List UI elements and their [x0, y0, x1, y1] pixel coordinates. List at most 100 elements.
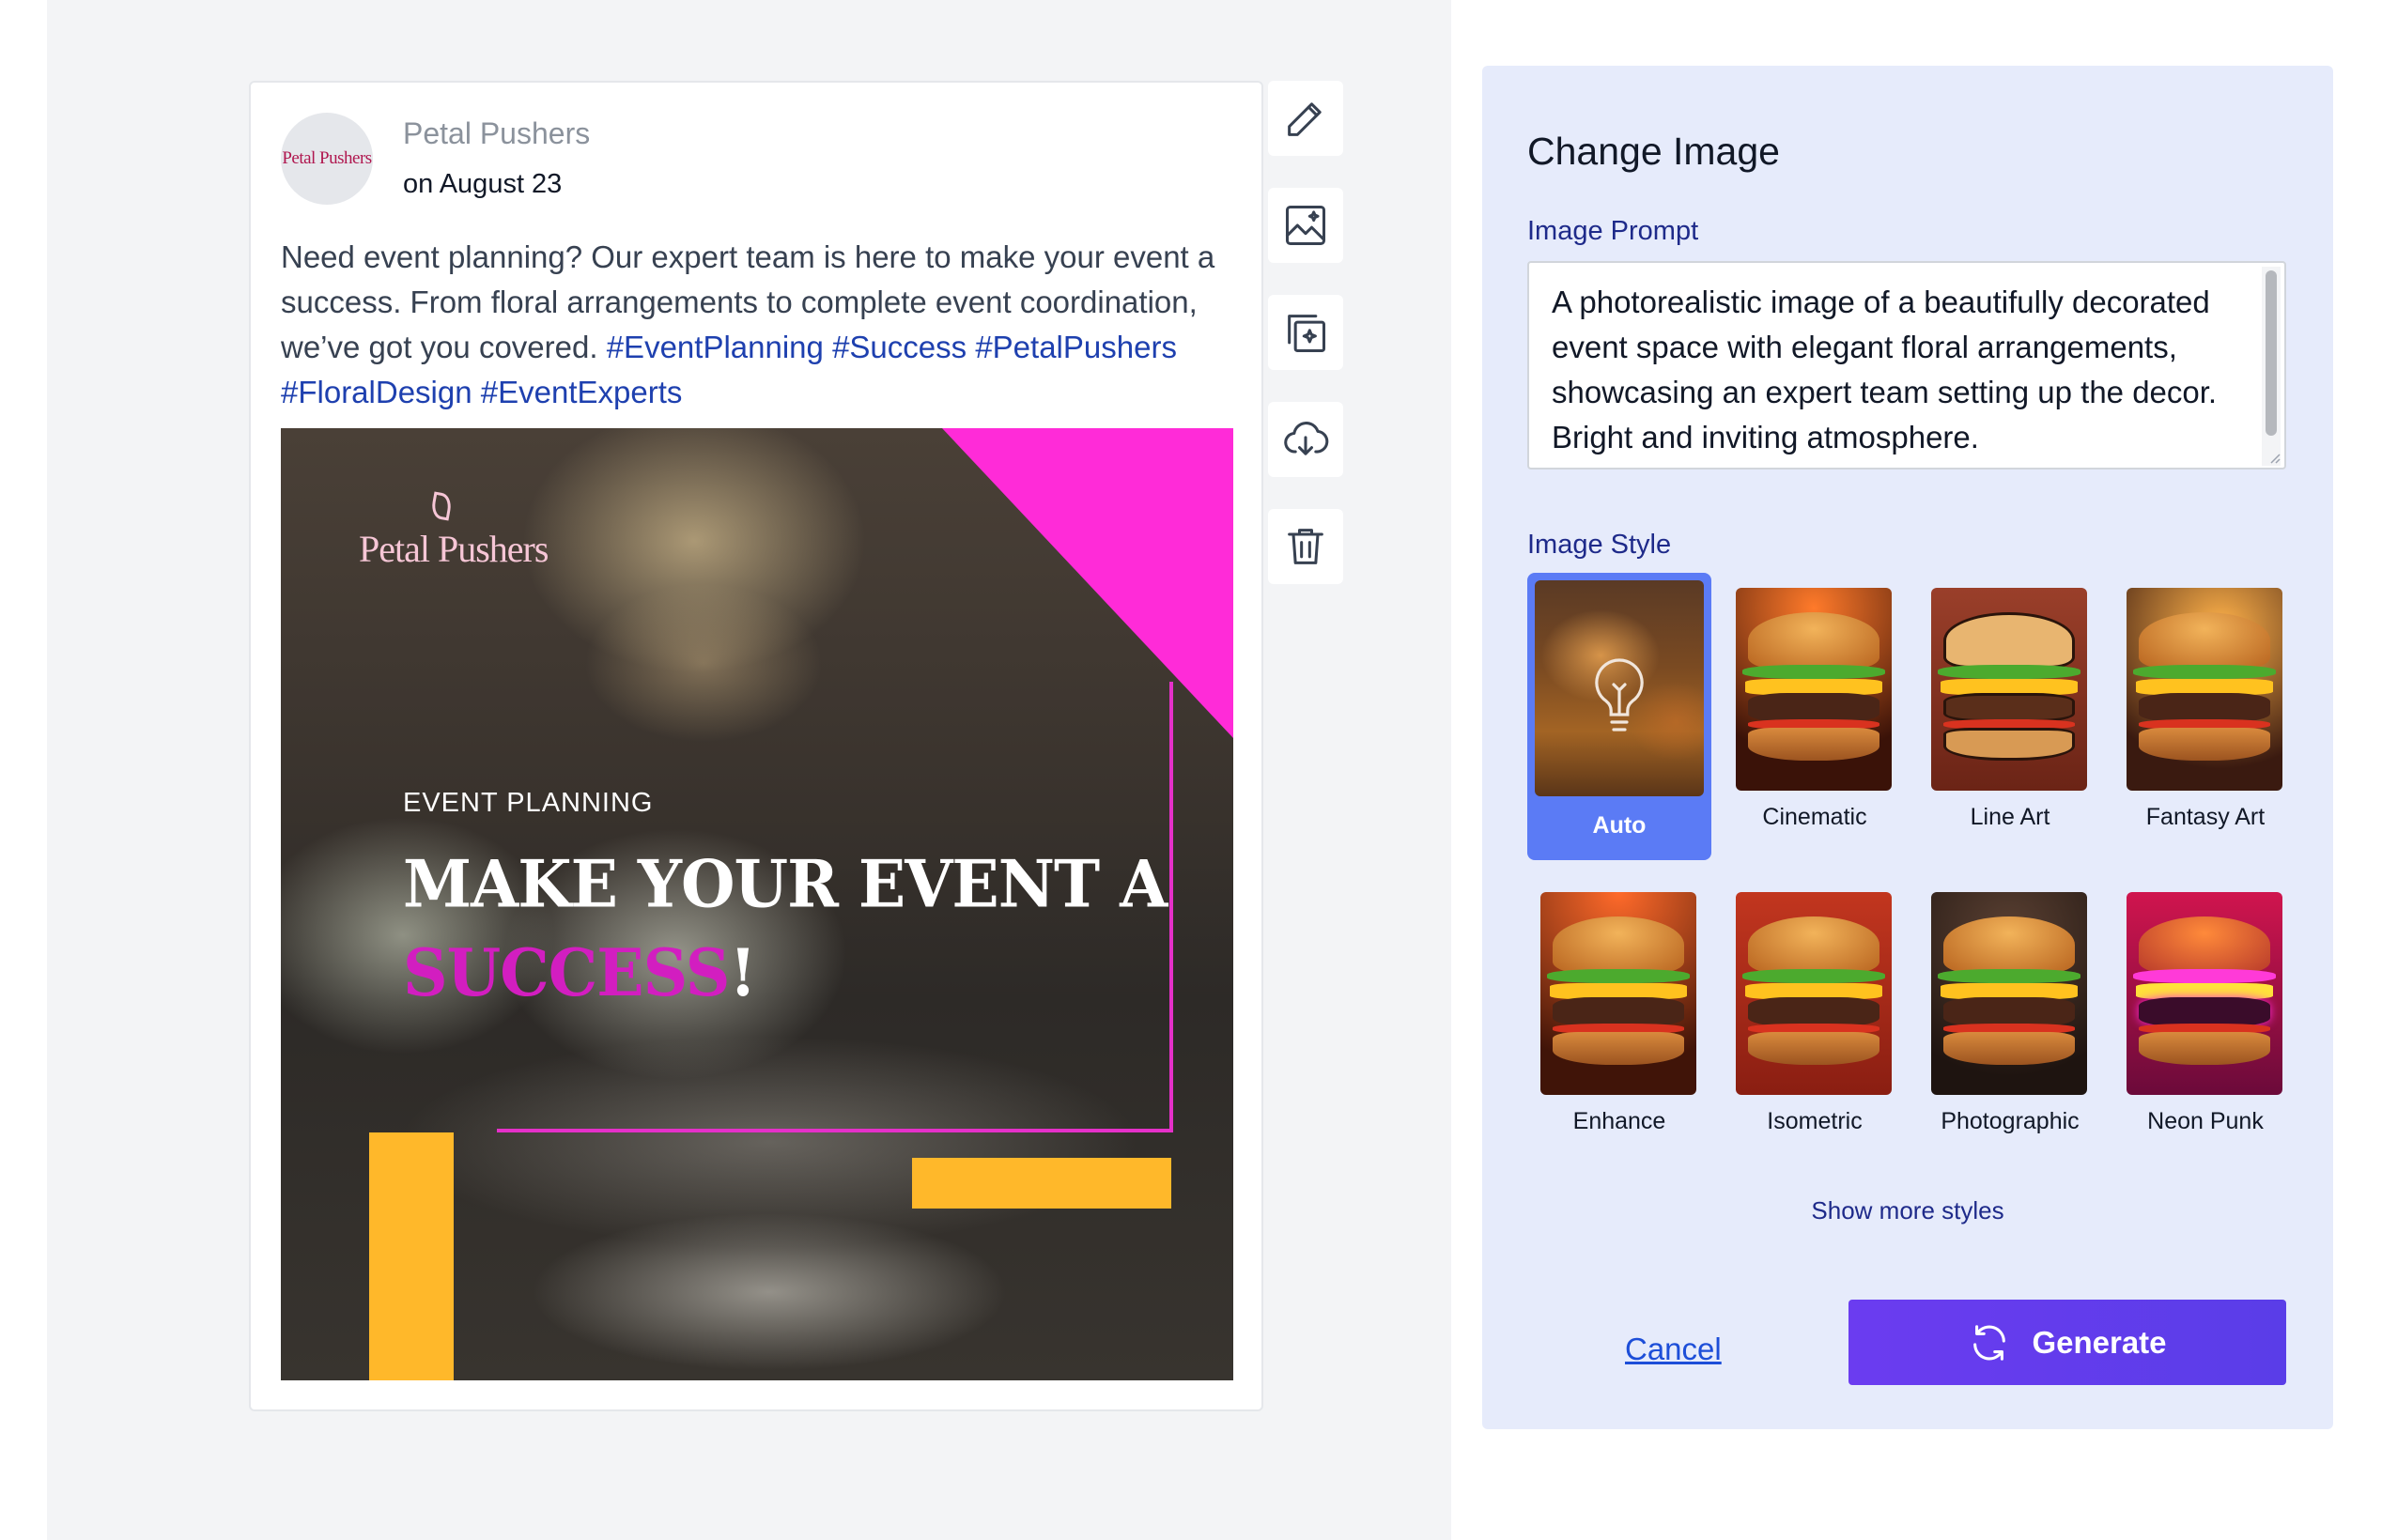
burger-bun	[2139, 916, 2270, 974]
delete-button[interactable]	[1268, 509, 1343, 584]
burger-bun	[1553, 1032, 1684, 1065]
yellow-accent-bar	[369, 1132, 454, 1380]
magenta-corner-shape	[942, 428, 1233, 738]
style-label: Photographic	[1941, 1108, 2080, 1134]
generate-label: Generate	[2032, 1324, 2167, 1360]
image-subtitle: EVENT PLANNING	[403, 788, 654, 818]
style-option-isometric[interactable]: Isometric	[1723, 877, 1907, 1164]
generate-button[interactable]: Generate	[1848, 1300, 2286, 1385]
leaf-icon	[429, 491, 454, 521]
image-headline-end: !	[729, 933, 756, 1011]
burger-bun	[2139, 611, 2270, 670]
burger-patty	[2139, 997, 2270, 1026]
image-headline: MAKE YOUR EVENT A SUCCESS!	[403, 839, 1168, 1018]
burger-lettuce	[1546, 969, 1691, 984]
cloud-download-icon	[1284, 422, 1329, 455]
burger-patty	[2139, 693, 2270, 722]
image-headline-line1: MAKE YOUR EVENT A	[403, 845, 1168, 923]
style-option-enhance[interactable]: Enhance	[1527, 877, 1711, 1164]
style-label: Fantasy Art	[2145, 804, 2266, 830]
post-preview-area: Petal Pushers Petal Pushers on August 23…	[47, 0, 1451, 1540]
burger-bun	[1943, 728, 2075, 761]
burger-bun	[1943, 1032, 2075, 1065]
lightbulb-icon	[1595, 658, 1644, 732]
style-label: Enhance	[1572, 1108, 1666, 1134]
burger-patty	[1748, 997, 1879, 1026]
hashtag[interactable]: #PetalPushers	[975, 330, 1177, 364]
style-option-photographic[interactable]: Photographic	[1918, 877, 2102, 1164]
avatar-logo-text: Petal Pushers	[282, 148, 372, 168]
burger-bun	[2139, 728, 2270, 761]
image-style-label: Image Style	[1527, 530, 1672, 560]
burger-lettuce	[1741, 969, 1886, 984]
pencil-icon	[1288, 102, 1322, 136]
burger-bun	[1748, 916, 1879, 974]
style-option-neon-punk[interactable]: Neon Punk	[2113, 877, 2297, 1164]
duplicate-button[interactable]	[1268, 295, 1343, 370]
resize-grip-icon[interactable]	[2267, 451, 2281, 464]
image-logo: Petal Pushers	[359, 491, 549, 571]
burger-bun	[1748, 1032, 1879, 1065]
burger-lettuce	[2132, 665, 2277, 680]
magenta-frame-line	[497, 1129, 1173, 1132]
image-prompt-label: Image Prompt	[1527, 216, 1699, 246]
hashtag[interactable]: #EventExperts	[481, 375, 683, 409]
burger-lettuce	[1937, 969, 2081, 984]
burger-patty	[1553, 997, 1684, 1026]
burger-lettuce	[1937, 665, 2081, 680]
style-option-auto[interactable]: Auto	[1527, 573, 1711, 860]
copy-sparkle-icon	[1288, 315, 1326, 353]
image-prompt-textarea[interactable]: A photorealistic image of a beautifully …	[1527, 261, 2286, 470]
show-more-styles-link[interactable]: Show more styles	[1482, 1196, 2333, 1225]
style-option-line-art[interactable]: Line Art	[1918, 573, 2102, 860]
download-button[interactable]	[1268, 402, 1343, 477]
image-prompt-value: A photorealistic image of a beautifully …	[1552, 285, 2218, 454]
post-date: on August 23	[403, 169, 563, 199]
burger-bun	[1748, 611, 1879, 670]
burger-lettuce	[2132, 969, 2277, 984]
style-thumbnail	[1736, 892, 1892, 1095]
style-thumbnail	[1931, 892, 2087, 1095]
style-label: Line Art	[1970, 804, 2050, 830]
author-name: Petal Pushers	[403, 116, 591, 150]
hashtag[interactable]: #EventPlanning	[607, 330, 824, 364]
style-label: Auto	[1592, 812, 1647, 839]
avatar: Petal Pushers	[281, 113, 373, 205]
style-thumbnail	[1535, 580, 1704, 796]
burger-bun	[1943, 611, 2075, 670]
panel-title: Change Image	[1527, 130, 1780, 173]
burger-bun	[1748, 728, 1879, 761]
burger-lettuce	[1741, 665, 1886, 680]
style-thumbnail	[1540, 892, 1696, 1095]
magenta-frame-line	[1169, 682, 1173, 1132]
hashtag[interactable]: #FloralDesign	[281, 375, 472, 409]
image-logo-text: Petal Pushers	[359, 528, 549, 570]
style-thumbnail	[1736, 588, 1892, 791]
style-thumbnail	[2127, 892, 2282, 1095]
burger-patty	[1748, 693, 1879, 722]
change-image-button[interactable]	[1268, 188, 1343, 263]
burger-patty	[1943, 693, 2075, 722]
post-image: Petal Pushers EVENT PLANNING MAKE YOUR E…	[281, 428, 1233, 1380]
edit-text-button[interactable]	[1268, 81, 1343, 156]
style-option-fantasy-art[interactable]: Fantasy Art	[2113, 573, 2297, 860]
hashtag[interactable]: #Success	[832, 330, 967, 364]
burger-bun	[1943, 916, 2075, 974]
style-thumbnail	[2127, 588, 2282, 791]
image-headline-line2: SUCCESS!	[403, 929, 1167, 1018]
yellow-accent-bar	[912, 1158, 1171, 1209]
burger-bun	[2139, 1032, 2270, 1065]
change-image-panel: Change Image Image Prompt A photorealist…	[1482, 66, 2333, 1429]
style-option-cinematic[interactable]: Cinematic	[1723, 573, 1907, 860]
post-card: Petal Pushers Petal Pushers on August 23…	[249, 81, 1263, 1411]
style-thumbnail	[1931, 588, 2087, 791]
post-text: Need event planning? Our expert team is …	[281, 235, 1248, 415]
style-label: Isometric	[1767, 1108, 1863, 1134]
refresh-icon	[1973, 1324, 2006, 1361]
prompt-scrollbar-thumb[interactable]	[2266, 270, 2277, 436]
style-label: Cinematic	[1762, 804, 1867, 830]
style-label: Neon Punk	[2147, 1108, 2264, 1134]
cancel-button[interactable]: Cancel	[1625, 1332, 1722, 1367]
burger-patty	[1943, 997, 2075, 1026]
image-headline-accent: SUCCESS	[403, 933, 730, 1011]
